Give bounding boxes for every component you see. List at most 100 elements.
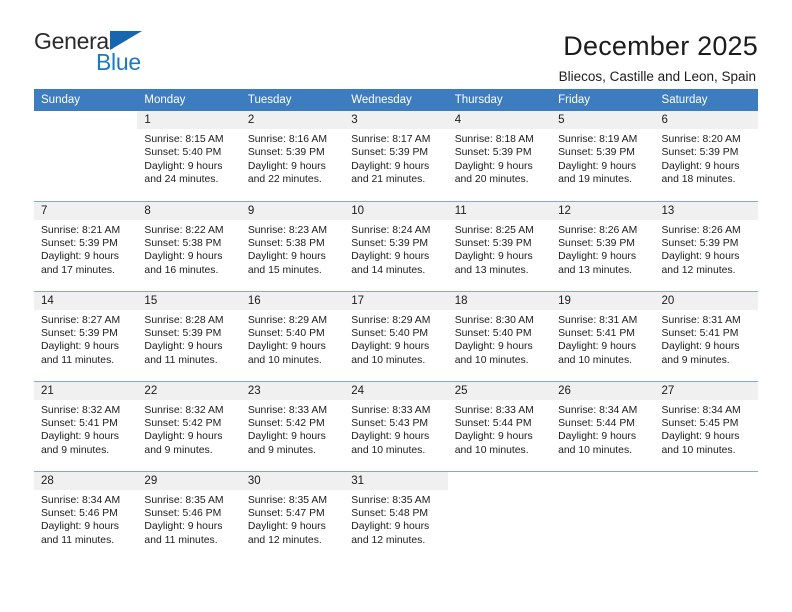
calendar-day-cell[interactable]: 4 Sunrise: 8:18 AM Sunset: 5:39 PM Daylight… <box>447 111 552 201</box>
calendar-day-cell[interactable]: 20 Sunrise: 8:31 AM Sunset: 5:41 PM Dayligh… <box>654 290 758 381</box>
calendar-day-cell[interactable]: 23 Sunrise: 8:33 AM Sunset: 5:42 PM Dayligh… <box>240 380 345 471</box>
calendar-day-cell[interactable]: 19 Sunrise: 8:31 AM Sunset: 5:41 PM Dayligh… <box>551 290 655 381</box>
day-details: Sunrise: 8:24 AM Sunset: 5:39 PM Daylight:… <box>344 220 447 278</box>
daylight-duration-line2: and 21 minutes. <box>351 174 426 186</box>
daylight-duration-line1: Daylight: 9 hours <box>454 341 533 353</box>
calendar-day-cell[interactable]: 12 Sunrise: 8:26 AM Sunset: 5:39 PM Dayligh… <box>551 200 655 291</box>
sunset-time: Sunset: 5:39 PM <box>454 147 532 159</box>
day-number: 10 <box>344 201 448 220</box>
calendar-day-cell[interactable]: 3 Sunrise: 8:17 AM Sunset: 5:39 PM Daylight… <box>344 111 448 201</box>
calendar-week-row: 21 Sunrise: 8:32 AM Sunset: 5:41 PM Dayligh… <box>34 380 758 471</box>
daylight-duration-line2: and 11 minutes. <box>41 534 115 546</box>
day-number: 5 <box>551 111 655 129</box>
day-details: Sunrise: 8:33 AM Sunset: 5:44 PM Daylight:… <box>448 400 551 458</box>
day-details: Sunrise: 8:29 AM Sunset: 5:40 PM Daylight:… <box>344 310 447 368</box>
day-number: 1 <box>137 111 241 129</box>
day-details: Sunrise: 8:19 AM Sunset: 5:39 PM Daylight:… <box>551 129 654 187</box>
calendar-day-cell[interactable]: 5 Sunrise: 8:19 AM Sunset: 5:39 PM Daylight… <box>551 111 655 201</box>
sunrise-time: Sunrise: 8:33 AM <box>351 404 431 416</box>
day-details: Sunrise: 8:29 AM Sunset: 5:40 PM Daylight:… <box>241 310 344 368</box>
calendar-day-cell[interactable]: 17 Sunrise: 8:29 AM Sunset: 5:40 PM Dayligh… <box>344 290 448 381</box>
sunrise-time: Sunrise: 8:15 AM <box>144 134 224 145</box>
daylight-duration-line1: Daylight: 9 hours <box>558 431 637 443</box>
calendar-week-row: 28 Sunrise: 8:34 AM Sunset: 5:46 PM Dayligh… <box>34 470 758 561</box>
sunrise-time: Sunrise: 8:19 AM <box>558 134 638 145</box>
daylight-duration-line2: and 9 minutes. <box>247 444 317 456</box>
calendar-day-cell[interactable]: 9 Sunrise: 8:23 AM Sunset: 5:38 PM Daylight… <box>240 200 345 291</box>
calendar-day-cell[interactable]: 25 Sunrise: 8:33 AM Sunset: 5:44 PM Dayligh… <box>447 380 552 471</box>
weekday-header-tuesday: Tuesday <box>240 89 345 111</box>
calendar-day-cell[interactable]: 8 Sunrise: 8:22 AM Sunset: 5:38 PM Daylight… <box>137 200 241 291</box>
weekday-header-wednesday: Wednesday <box>344 89 448 111</box>
day-number: 23 <box>240 381 345 400</box>
sunrise-time: Sunrise: 8:31 AM <box>661 314 741 326</box>
calendar-day-cell[interactable]: 7 Sunrise: 8:21 AM Sunset: 5:39 PM Daylight… <box>34 200 138 291</box>
daylight-duration-line1: Daylight: 9 hours <box>247 251 326 263</box>
day-details: Sunrise: 8:25 AM Sunset: 5:39 PM Daylight:… <box>448 220 551 278</box>
calendar-day-cell[interactable]: 15 Sunrise: 8:28 AM Sunset: 5:39 PM Dayligh… <box>137 290 241 381</box>
calendar-day-cell[interactable]: 6 Sunrise: 8:20 AM Sunset: 5:39 PM Daylight… <box>654 111 758 201</box>
sunset-time: Sunset: 5:44 PM <box>454 417 532 429</box>
daylight-duration-line1: Daylight: 9 hours <box>41 431 119 443</box>
calendar-day-cell[interactable]: 18 Sunrise: 8:30 AM Sunset: 5:40 PM Dayligh… <box>447 290 552 381</box>
day-number: 20 <box>654 291 758 310</box>
calendar-day-cell[interactable]: 14 Sunrise: 8:27 AM Sunset: 5:39 PM Dayligh… <box>34 290 138 381</box>
day-details: Sunrise: 8:34 AM Sunset: 5:44 PM Daylight:… <box>551 400 654 458</box>
calendar-day-cell[interactable]: 21 Sunrise: 8:32 AM Sunset: 5:41 PM Dayligh… <box>34 380 138 471</box>
sunset-time: Sunset: 5:46 PM <box>144 507 222 519</box>
daylight-duration-line2: and 10 minutes. <box>247 354 322 366</box>
calendar-day-cell[interactable]: 2 Sunrise: 8:16 AM Sunset: 5:39 PM Daylight… <box>240 111 345 201</box>
weekday-header: Sunday Monday Tuesday Wednesday Thursday Frid… <box>34 89 758 111</box>
day-number: 28 <box>34 471 138 490</box>
sunrise-time: Sunrise: 8:29 AM <box>351 314 431 326</box>
daylight-duration-line1: Daylight: 9 hours <box>661 341 740 353</box>
calendar-day-cell[interactable]: 26 Sunrise: 8:34 AM Sunset: 5:44 PM Dayligh… <box>551 380 655 471</box>
calendar-day-cell[interactable]: 31 Sunrise: 8:35 AM Sunset: 5:48 PM Dayligh… <box>344 470 448 561</box>
sunset-time: Sunset: 5:39 PM <box>558 237 635 249</box>
calendar-day-cell[interactable]: 13 Sunrise: 8:26 AM Sunset: 5:39 PM Dayligh… <box>654 200 758 291</box>
calendar-day-cell[interactable]: 28 Sunrise: 8:34 AM Sunset: 5:46 PM Dayligh… <box>34 470 138 561</box>
calendar-day-cell[interactable]: 30 Sunrise: 8:35 AM Sunset: 5:47 PM Dayligh… <box>240 470 345 561</box>
calendar-day-cell[interactable]: 22 Sunrise: 8:32 AM Sunset: 5:42 PM Dayligh… <box>137 380 241 471</box>
calendar-cell-empty <box>654 470 758 561</box>
weekday-header-thursday: Thursday <box>447 89 552 111</box>
day-number: 26 <box>551 381 655 400</box>
calendar-cell-empty <box>551 470 655 561</box>
daylight-duration-line2: and 10 minutes. <box>454 354 529 366</box>
sunrise-time: Sunrise: 8:20 AM <box>661 134 741 145</box>
day-details: Sunrise: 8:34 AM Sunset: 5:46 PM Daylight:… <box>34 490 137 548</box>
day-number: 31 <box>344 471 448 490</box>
day-details: Sunrise: 8:18 AM Sunset: 5:39 PM Daylight:… <box>448 129 551 187</box>
daylight-duration-line1: Daylight: 9 hours <box>247 341 326 353</box>
calendar-day-cell[interactable]: 10 Sunrise: 8:24 AM Sunset: 5:39 PM Dayligh… <box>344 200 448 291</box>
sunset-time: Sunset: 5:39 PM <box>454 237 532 249</box>
daylight-duration-line2: and 12 minutes. <box>247 534 322 546</box>
sunrise-time: Sunrise: 8:35 AM <box>247 494 327 506</box>
sunset-time: Sunset: 5:42 PM <box>144 417 222 429</box>
day-number: 11 <box>447 201 552 220</box>
calendar-day-cell[interactable]: 1 Sunrise: 8:15 AM Sunset: 5:40 PM Daylight… <box>137 111 241 201</box>
day-details: Sunrise: 8:34 AM Sunset: 5:45 PM Daylight:… <box>655 400 758 458</box>
calendar-day-cell[interactable]: 11 Sunrise: 8:25 AM Sunset: 5:39 PM Dayligh… <box>447 200 552 291</box>
daylight-duration-line1: Daylight: 9 hours <box>661 431 740 443</box>
day-details: Sunrise: 8:32 AM Sunset: 5:41 PM Daylight:… <box>34 400 137 458</box>
sunset-time: Sunset: 5:48 PM <box>351 507 429 519</box>
daylight-duration-line1: Daylight: 9 hours <box>558 341 637 353</box>
daylight-duration-line1: Daylight: 9 hours <box>144 160 223 172</box>
calendar-day-cell[interactable]: 24 Sunrise: 8:33 AM Sunset: 5:43 PM Dayligh… <box>344 380 448 471</box>
day-number: 6 <box>654 111 758 129</box>
general-blue-logo[interactable]: General Blue <box>34 28 149 76</box>
sunset-time: Sunset: 5:46 PM <box>41 507 118 519</box>
day-details: Sunrise: 8:15 AM Sunset: 5:40 PM Daylight:… <box>137 129 240 187</box>
daylight-duration-line2: and 16 minutes. <box>144 264 219 276</box>
calendar-day-cell[interactable]: 29 Sunrise: 8:35 AM Sunset: 5:46 PM Dayligh… <box>137 470 241 561</box>
daylight-duration-line2: and 18 minutes. <box>661 174 736 186</box>
daylight-duration-line2: and 9 minutes. <box>661 354 730 366</box>
day-details: Sunrise: 8:16 AM Sunset: 5:39 PM Daylight:… <box>241 129 344 187</box>
day-details: Sunrise: 8:26 AM Sunset: 5:39 PM Daylight:… <box>655 220 758 278</box>
daylight-duration-line2: and 19 minutes. <box>558 174 633 186</box>
calendar-day-cell[interactable]: 27 Sunrise: 8:34 AM Sunset: 5:45 PM Dayligh… <box>654 380 758 471</box>
sunset-time: Sunset: 5:39 PM <box>351 237 429 249</box>
calendar-day-cell[interactable]: 16 Sunrise: 8:29 AM Sunset: 5:40 PM Dayligh… <box>240 290 345 381</box>
day-number <box>34 111 137 129</box>
